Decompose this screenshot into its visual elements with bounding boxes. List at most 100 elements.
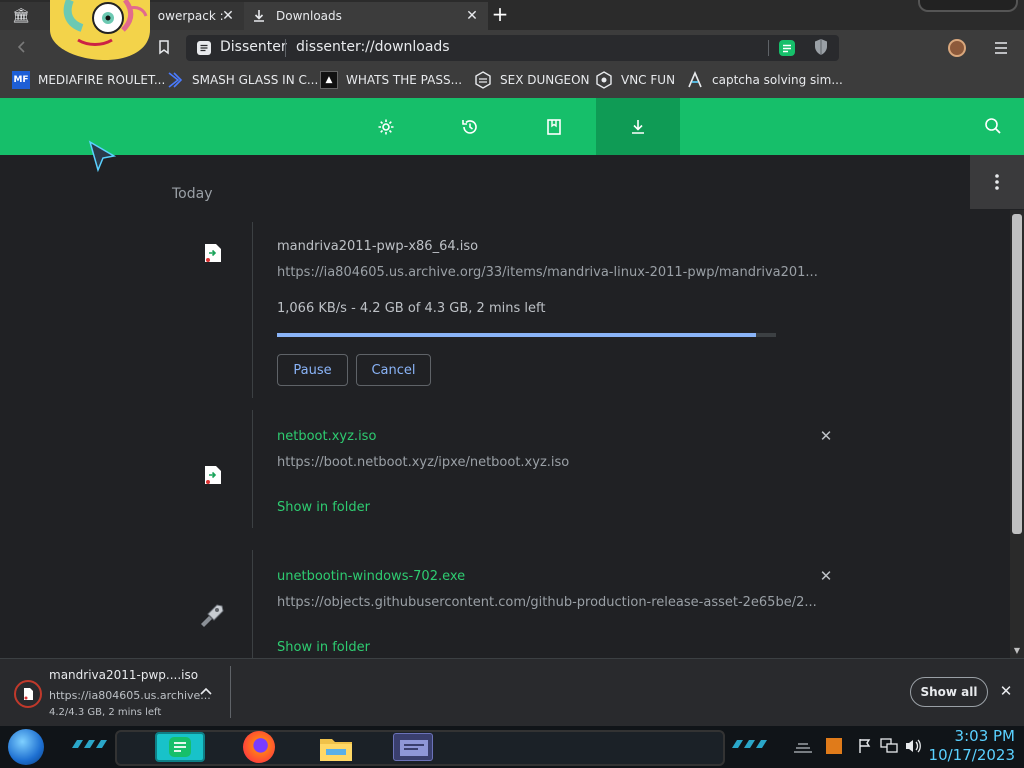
flag-icon[interactable] [857, 738, 873, 754]
item-divider [252, 222, 253, 398]
url-text[interactable]: dissenter://downloads [296, 39, 450, 55]
vnc-icon [595, 71, 613, 89]
clock-date[interactable]: 10/17/2023 [925, 746, 1015, 764]
file-explorer-icon[interactable] [318, 733, 354, 763]
bookmark-captcha[interactable]: captcha solving sim... [686, 70, 843, 90]
date-group-label: Today [172, 186, 213, 202]
search-icon [985, 118, 1001, 134]
downloads-list [0, 155, 1024, 658]
show-all-button[interactable]: Show all [910, 677, 988, 707]
site-name: Dissenter [220, 39, 287, 55]
taskbar-app-window[interactable] [393, 733, 433, 761]
show-in-folder-link[interactable]: Show in folder [277, 640, 370, 655]
more-vert-icon [995, 174, 999, 190]
show-in-folder-link[interactable]: Show in folder [277, 500, 370, 515]
close-icon[interactable]: ✕ [220, 8, 236, 24]
window-frame-decoration [918, 0, 1018, 12]
back-button[interactable] [14, 39, 30, 55]
history-icon [462, 119, 477, 134]
dissenter-app-icon [169, 737, 191, 757]
download-filename[interactable]: mandriva2011-pwp-x86_64.iso [277, 239, 478, 254]
tab-label: owerpack : [157, 9, 224, 23]
window-app-icon [400, 740, 428, 756]
close-shelf-button[interactable]: ✕ [998, 683, 1014, 699]
item-divider [252, 410, 253, 528]
network-icon[interactable] [880, 738, 898, 754]
bookmark-smash-glass[interactable]: SMASH GLASS IN C... [166, 70, 318, 90]
firefox-icon[interactable] [243, 731, 275, 763]
bookmarks-button[interactable] [512, 98, 596, 155]
url-divider [285, 39, 286, 57]
bookmark-label: SMASH GLASS IN C... [192, 73, 319, 87]
download-icon [632, 119, 644, 134]
bookmark-sex-dungeon[interactable]: SEX DUNGEON [474, 70, 590, 90]
mouse-cursor-icon [88, 140, 116, 174]
search-button[interactable] [984, 117, 1002, 135]
bookmark-vnc-fun[interactable]: VNC FUN [595, 70, 675, 90]
mediafire-icon: MF [12, 71, 30, 89]
tab-label: Downloads [276, 9, 342, 23]
history-button[interactable] [428, 98, 512, 155]
site-info-icon[interactable] [196, 40, 212, 56]
downloads-button[interactable] [596, 98, 680, 155]
download-progress-fill [277, 333, 757, 337]
bookmark-label: WHATS THE PASS... [346, 73, 463, 87]
archive-icon: 🏛 [12, 8, 30, 24]
mascot-character-image [30, 0, 160, 62]
file-icon [202, 464, 224, 486]
bookmark-label: MEDIAFIRE ROULET... [38, 73, 166, 87]
more-actions-button[interactable] [970, 155, 1024, 209]
dissenter-comment-icon[interactable] [778, 39, 796, 57]
menu-icon[interactable] [994, 41, 1008, 55]
keyboard-icon[interactable] [792, 740, 814, 754]
download-url[interactable]: https://ia804605.us.archive.org/33/items… [277, 265, 818, 280]
scrollbar-thumb[interactable] [1012, 214, 1022, 534]
gear-icon [378, 119, 394, 134]
new-tab-button[interactable]: + [490, 4, 510, 25]
shield-icon[interactable] [813, 38, 829, 56]
pass-icon: ▲ [320, 71, 338, 89]
pause-button[interactable]: Pause [277, 354, 348, 386]
bookmark-mediafire[interactable]: MF MEDIAFIRE ROULET... [12, 70, 165, 90]
taskbar-decoration [70, 740, 114, 748]
setup-program-icon [198, 602, 226, 628]
clock-time[interactable]: 3:03 PM [935, 727, 1015, 745]
settings-button[interactable] [344, 98, 428, 155]
download-url[interactable]: https://boot.netboot.xyz/ipxe/netboot.xy… [277, 455, 569, 470]
download-filename[interactable]: unetbootin-windows-702.exe [277, 569, 465, 584]
chevron-up-icon[interactable] [199, 686, 213, 696]
file-icon [24, 688, 33, 700]
remove-download-button[interactable]: ✕ [817, 567, 835, 585]
shelf-status: 4.2/4.3 GB, 2 mins left [49, 707, 162, 718]
remove-download-button[interactable]: ✕ [817, 427, 835, 445]
avatar[interactable] [948, 39, 966, 57]
scroll-down-icon[interactable]: ▼ [1012, 646, 1022, 656]
book-icon [547, 118, 561, 135]
item-divider [252, 550, 253, 658]
captcha-icon [686, 71, 704, 89]
tab-downloads[interactable]: Downloads ✕ [244, 2, 488, 30]
dungeon-icon [474, 71, 492, 89]
bookmark-label: captcha solving sim... [712, 73, 843, 87]
start-button[interactable] [8, 729, 44, 765]
close-icon[interactable]: ✕ [464, 8, 480, 24]
taskbar-dissenter-app[interactable] [155, 732, 205, 762]
back-arrow-icon [17, 41, 25, 53]
file-icon [202, 242, 224, 264]
tray-app-icon[interactable] [826, 738, 842, 754]
download-icon [252, 9, 266, 23]
bookmark-whats-the-pass[interactable]: ▲ WHATS THE PASS... [320, 70, 462, 90]
omnibox-divider [768, 40, 769, 56]
download-url[interactable]: https://objects.githubusercontent.com/gi… [277, 595, 817, 610]
cancel-button[interactable]: Cancel [356, 354, 431, 386]
smash-icon [166, 71, 184, 89]
download-status: 1,066 KB/s - 4.2 GB of 4.3 GB, 2 mins le… [277, 301, 546, 316]
bookmark-label: SEX DUNGEON [500, 73, 590, 87]
shelf-filename[interactable]: mandriva2011-pwp....iso [49, 668, 198, 682]
taskbar-decoration [730, 740, 774, 748]
download-filename[interactable]: netboot.xyz.iso [277, 429, 376, 444]
bookmark-label: VNC FUN [621, 73, 676, 87]
download-progress-ring [14, 680, 42, 708]
shelf-url: https://ia804605.us.archive... [49, 689, 211, 702]
volume-icon[interactable] [904, 738, 922, 754]
